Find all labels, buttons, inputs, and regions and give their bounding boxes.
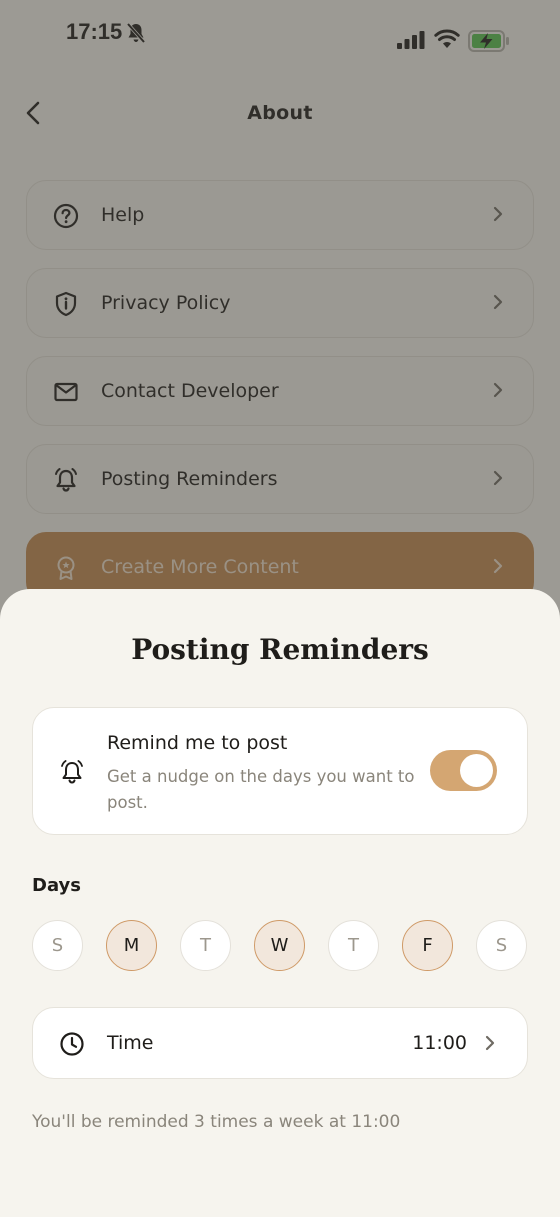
sheet-title: Posting Reminders bbox=[131, 633, 429, 666]
day-wednesday[interactable]: W bbox=[254, 920, 305, 971]
day-sunday[interactable]: S bbox=[32, 920, 83, 971]
time-value: 11:00 bbox=[412, 1032, 467, 1054]
days-label: Days bbox=[32, 875, 81, 896]
remind-title: Remind me to post bbox=[107, 732, 288, 754]
remind-description: Get a nudge on the days you want to post… bbox=[107, 767, 415, 812]
day-monday[interactable]: M bbox=[106, 920, 157, 971]
remind-me-card: Remind me to post Get a nudge on the day… bbox=[32, 707, 528, 835]
posting-reminders-sheet: Posting Reminders Remind me to post Get … bbox=[0, 589, 560, 1217]
alarm-bell-icon bbox=[59, 759, 85, 789]
day-friday[interactable]: F bbox=[402, 920, 453, 971]
reminder-summary: You'll be reminded 3 times a week at 11:… bbox=[32, 1112, 401, 1132]
time-label: Time bbox=[107, 1032, 154, 1054]
days-selector: S M T W T F S bbox=[32, 920, 528, 972]
day-thursday[interactable]: T bbox=[328, 920, 379, 971]
clock-icon bbox=[59, 1031, 85, 1061]
time-row[interactable]: Time 11:00 bbox=[32, 1007, 528, 1079]
toggle-knob bbox=[460, 754, 493, 787]
chevron-right-icon bbox=[485, 1035, 495, 1055]
day-tuesday[interactable]: T bbox=[180, 920, 231, 971]
day-saturday[interactable]: S bbox=[476, 920, 527, 971]
remind-toggle[interactable] bbox=[430, 750, 497, 791]
